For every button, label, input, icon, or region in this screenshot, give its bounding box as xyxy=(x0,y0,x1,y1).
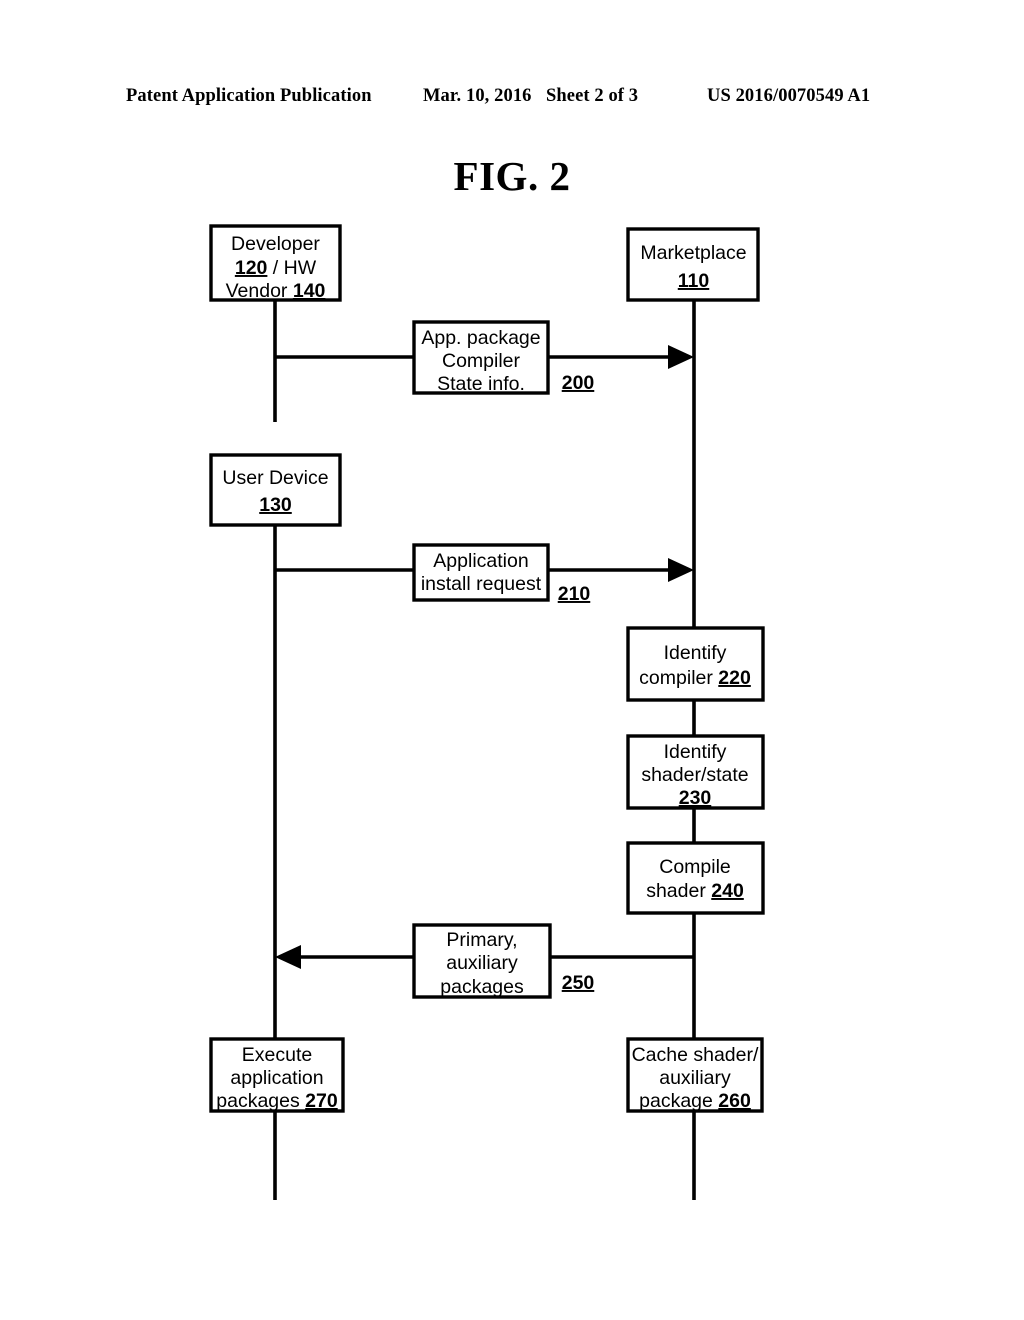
process-box-240-line2-text: shader xyxy=(646,880,711,902)
message-box-250-line3: packages xyxy=(440,976,524,998)
ref-240: 240 xyxy=(711,880,744,902)
process-box-260-line2: auxiliary xyxy=(659,1067,731,1089)
process-box-230-line1: Identify xyxy=(664,741,727,763)
process-box-270: Execute application packages 270 xyxy=(209,1037,345,1113)
actor-box-marketplace: Marketplace 110 xyxy=(626,227,760,302)
message-box-210: Application install request 210 xyxy=(412,543,591,605)
arrowhead-msg-200 xyxy=(668,345,694,369)
process-box-220: Identify compiler 220 xyxy=(626,626,765,702)
actor-box-developer-line2: 120 / HW xyxy=(235,257,317,279)
process-box-220-line1: Identify xyxy=(664,642,727,664)
actor-box-developer-line3-text: Vendor xyxy=(226,280,293,302)
process-box-270-line3-text: packages xyxy=(216,1090,305,1112)
arrowhead-msg-250 xyxy=(275,945,301,969)
process-box-260-line1: Cache shader/ xyxy=(632,1044,759,1066)
ref-260: 260 xyxy=(718,1090,751,1112)
ref-120: 120 xyxy=(235,257,268,279)
message-box-250-ref: 250 xyxy=(562,972,595,994)
actor-box-developer-line2-rest: / HW xyxy=(267,257,316,279)
ref-140: 140 xyxy=(293,280,326,302)
process-box-260-line3: package 260 xyxy=(639,1090,751,1112)
message-box-250: Primary, auxiliary packages 250 xyxy=(412,923,595,999)
actor-box-user-device-ref: 130 xyxy=(259,494,292,516)
message-box-250-line2: auxiliary xyxy=(446,952,518,974)
actor-box-developer-line1: Developer xyxy=(231,233,320,255)
message-box-250-line1: Primary, xyxy=(446,929,517,951)
process-box-230: Identify shader/state 230 xyxy=(626,734,765,810)
actor-box-user-device: User Device 130 xyxy=(209,453,342,527)
message-box-200-line1: App. package xyxy=(421,327,540,349)
message-box-210-line2: install request xyxy=(421,573,542,595)
process-box-260-line3-text: package xyxy=(639,1090,718,1112)
process-box-240-line2: shader 240 xyxy=(646,880,744,902)
actor-box-developer-line3: Vendor 140 xyxy=(226,280,326,302)
arrowhead-msg-210 xyxy=(668,558,694,582)
ref-220: 220 xyxy=(718,667,751,689)
process-box-220-line2: compiler 220 xyxy=(639,667,751,689)
process-box-270-line3: packages 270 xyxy=(216,1090,338,1112)
process-box-270-line2: application xyxy=(230,1067,323,1089)
message-box-200-line3: State info. xyxy=(437,373,525,395)
process-box-230-ref: 230 xyxy=(679,787,712,809)
message-box-210-ref: 210 xyxy=(558,583,591,605)
sequence-diagram: Developer 120 / HW Vendor 140 Marketplac… xyxy=(209,224,765,1200)
process-box-230-line2: shader/state xyxy=(641,764,748,786)
actor-box-marketplace-line1: Marketplace xyxy=(640,242,746,264)
process-box-240-rect xyxy=(626,841,765,915)
process-box-220-rect xyxy=(626,626,765,702)
actor-box-user-device-line1: User Device xyxy=(222,467,328,489)
process-box-240-line1: Compile xyxy=(659,856,731,878)
message-box-200-line2: Compiler xyxy=(442,350,521,372)
ref-270: 270 xyxy=(305,1090,338,1112)
message-box-200-ref: 200 xyxy=(562,372,595,394)
process-box-270-line1: Execute xyxy=(242,1044,312,1066)
process-box-260: Cache shader/ auxiliary package 260 xyxy=(626,1037,764,1113)
actor-box-developer: Developer 120 / HW Vendor 140 xyxy=(209,224,342,302)
message-box-210-line1: Application xyxy=(433,550,528,572)
process-box-220-line2-text: compiler xyxy=(639,667,718,689)
process-box-240: Compile shader 240 xyxy=(626,841,765,915)
actor-box-marketplace-ref: 110 xyxy=(678,270,710,292)
